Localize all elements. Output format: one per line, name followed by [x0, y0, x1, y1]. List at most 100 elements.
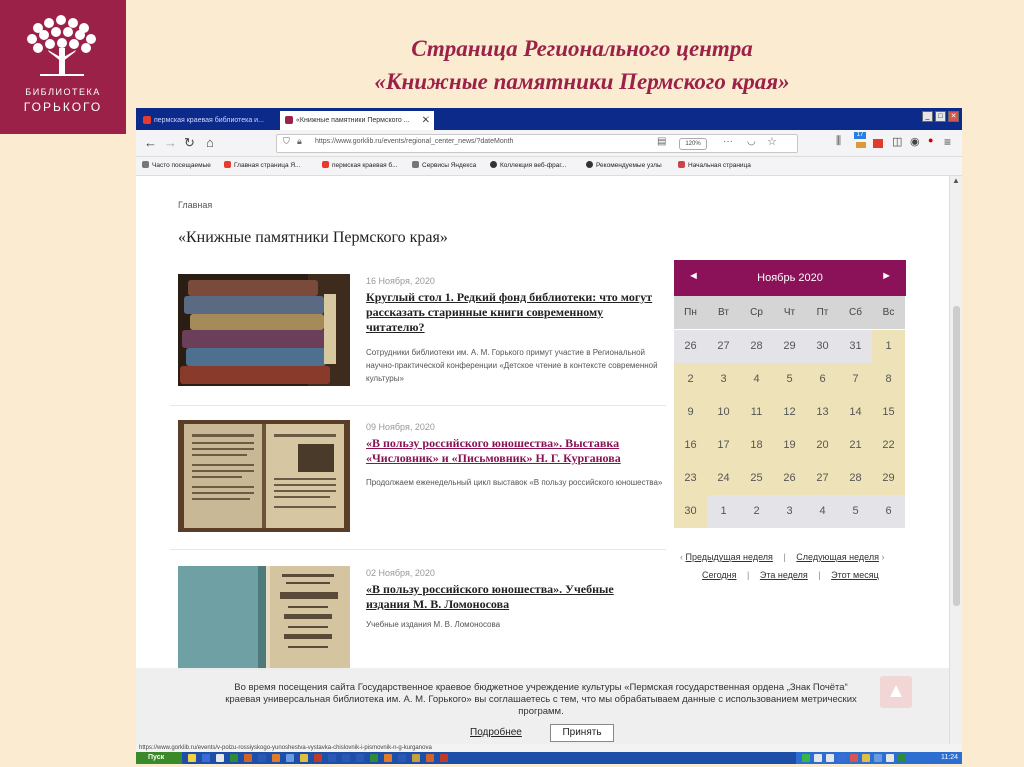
calendar-day[interactable]: 1 [872, 330, 905, 363]
excel-icon[interactable] [230, 754, 238, 762]
calendar-day[interactable]: 29 [773, 330, 806, 363]
powerpoint-icon[interactable] [244, 754, 252, 762]
tray-icon[interactable] [862, 754, 870, 762]
calendar-day[interactable]: 13 [806, 396, 839, 429]
calendar-day[interactable]: 26 [773, 462, 806, 495]
maximize-button[interactable]: □ [935, 111, 946, 122]
tray-icon[interactable] [898, 754, 906, 762]
calendar-day[interactable]: 2 [740, 495, 773, 528]
bookmark-yandex-home[interactable]: Главная страница Я... [224, 161, 300, 169]
breadcrumb[interactable]: Главная [178, 200, 212, 210]
calendar-day[interactable]: 12 [773, 396, 806, 429]
calendar-day[interactable]: 6 [872, 495, 905, 528]
tab-book-monuments[interactable]: «Книжные памятники Пермского ... ✕ [280, 111, 434, 130]
calendar-day[interactable]: 28 [839, 462, 872, 495]
menu-icon[interactable]: ≡ [944, 135, 951, 149]
news-image-open-book[interactable] [178, 420, 350, 532]
reader-view-icon[interactable]: ▤ [657, 136, 666, 147]
calendar-day[interactable]: 11 [740, 396, 773, 429]
folder-icon[interactable] [188, 754, 196, 762]
scroll-up-arrow-icon[interactable]: ▲ [952, 176, 960, 185]
calendar-day[interactable]: 16 [674, 429, 707, 462]
minimize-button[interactable]: _ [922, 111, 933, 122]
shield-icon[interactable]: ⛉ [283, 136, 290, 147]
prev-week-link[interactable]: Предыдущая неделя [686, 552, 773, 562]
cookie-more-link[interactable]: Подробнее [470, 727, 522, 738]
desktop-icon[interactable] [216, 754, 224, 762]
tray-icon[interactable] [838, 754, 846, 762]
bookmark-yandex-services[interactable]: Сервисы Яндекса [412, 161, 476, 169]
word-icon[interactable] [258, 754, 266, 762]
flag-extension-icon[interactable] [873, 139, 883, 148]
app-icon[interactable] [314, 754, 322, 762]
calendar-day[interactable]: 6 [806, 363, 839, 396]
reload-icon[interactable]: ↻ [184, 135, 195, 151]
calendar-day[interactable]: 5 [773, 363, 806, 396]
scroll-to-top-icon[interactable]: ▲ [880, 676, 912, 708]
close-window-button[interactable]: ✕ [948, 111, 959, 122]
news-title-link[interactable]: Круглый стол 1. Редкий фонд библиотеки: … [366, 290, 656, 335]
calendar-day[interactable]: 22 [872, 429, 905, 462]
page-scrollbar[interactable]: ▲ [949, 176, 962, 744]
app-icon[interactable] [384, 754, 392, 762]
calendar-day[interactable]: 7 [839, 363, 872, 396]
tray-icon[interactable] [826, 754, 834, 762]
calendar-day[interactable]: 8 [872, 363, 905, 396]
calendar-day[interactable]: 20 [806, 429, 839, 462]
app-icon[interactable] [440, 754, 448, 762]
account-icon[interactable]: ◉ [910, 135, 920, 148]
calendar-day[interactable]: 24 [707, 462, 740, 495]
calendar-day[interactable]: 15 [872, 396, 905, 429]
calendar-day[interactable]: 14 [839, 396, 872, 429]
zoom-indicator[interactable]: 120% [679, 138, 707, 150]
adblock-icon[interactable]: ● [928, 135, 933, 145]
ie-icon[interactable] [202, 754, 210, 762]
tray-icon[interactable] [802, 754, 810, 762]
app-icon[interactable] [286, 754, 294, 762]
back-icon[interactable]: ← [144, 135, 157, 150]
new-tab-button[interactable]: + [426, 110, 435, 128]
bookmark-perm-library[interactable]: пермская краевая б... [322, 161, 398, 169]
bookmark-start-page[interactable]: Начальная страница [678, 161, 751, 169]
tray-icon[interactable] [874, 754, 882, 762]
calendar-day[interactable]: 2 [674, 363, 707, 396]
calendar-day[interactable]: 26 [674, 330, 707, 363]
news-image-rhetoric-book[interactable] [178, 566, 350, 670]
tray-icon[interactable] [850, 754, 858, 762]
scrollbar-thumb[interactable] [953, 306, 960, 606]
calendar-day[interactable]: 3 [773, 495, 806, 528]
next-week-link[interactable]: Следующая неделя [796, 552, 879, 562]
bookmark-star-icon[interactable]: ☆ [767, 135, 777, 148]
url-text[interactable]: https://www.gorklib.ru/events/regional_c… [315, 138, 513, 145]
calendar-day[interactable]: 29 [872, 462, 905, 495]
page-actions-icon[interactable]: ··· [723, 136, 733, 147]
lock-icon[interactable]: 🔒︎ [297, 136, 302, 147]
start-button[interactable]: Пуск [136, 752, 182, 764]
pocket-icon[interactable]: ◡ [747, 136, 756, 147]
calendar-day[interactable]: 4 [740, 363, 773, 396]
this-week-link[interactable]: Эта неделя [760, 570, 808, 580]
calendar-day[interactable]: 3 [707, 363, 740, 396]
calendar-day[interactable]: 4 [806, 495, 839, 528]
bookmark-recommended[interactable]: Рекомендуемые узлы [586, 161, 662, 169]
extension-icon[interactable] [856, 142, 866, 148]
calendar-day[interactable]: 17 [707, 429, 740, 462]
bookmark-web-fragments[interactable]: Коллекция веб-фраг... [490, 161, 566, 169]
tab-library[interactable]: пермская краевая библиотека и... ✕ [138, 111, 292, 130]
app-icon[interactable] [398, 754, 406, 762]
prev-week-arrow-icon[interactable]: ‹ [680, 552, 683, 562]
calendar-day[interactable]: 25 [740, 462, 773, 495]
next-week-arrow-icon[interactable]: › [882, 552, 885, 562]
news-title-link[interactable]: «В пользу российского юношества». Выстав… [366, 436, 656, 466]
calendar-day[interactable]: 27 [806, 462, 839, 495]
next-month-icon[interactable]: ► [881, 270, 892, 282]
calendar-day[interactable]: 19 [773, 429, 806, 462]
calendar-day[interactable]: 27 [707, 330, 740, 363]
word-doc-icon[interactable] [328, 754, 336, 762]
calendar-day[interactable]: 18 [740, 429, 773, 462]
calendar-day[interactable]: 9 [674, 396, 707, 429]
app-icon[interactable] [412, 754, 420, 762]
app-icon[interactable] [426, 754, 434, 762]
cookie-accept-button[interactable]: Принять [550, 724, 614, 742]
calendar-day[interactable]: 31 [839, 330, 872, 363]
